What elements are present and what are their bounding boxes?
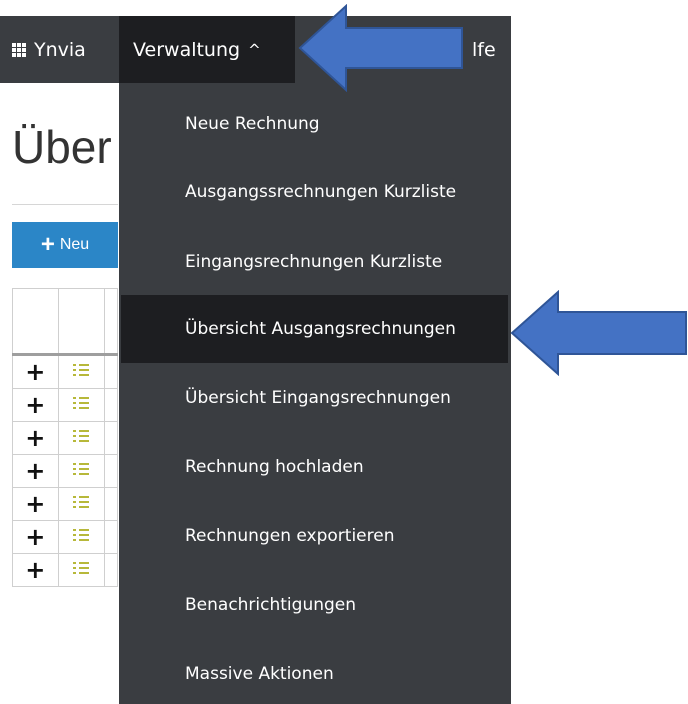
table-row: +	[12, 520, 118, 554]
admin-dropdown-menu: Neue Rechnung Ausgangssrechnungen Kurzli…	[119, 83, 511, 704]
admin-menu-toggle[interactable]: Verwaltung ^	[119, 16, 295, 83]
list-icon[interactable]	[73, 395, 90, 411]
list-icon[interactable]	[73, 527, 90, 543]
menu-item-label: Benachrichtigungen	[185, 595, 357, 615]
expand-row-button[interactable]: +	[25, 556, 45, 584]
help-menu[interactable]: lfe	[472, 16, 496, 83]
menu-item-label: Eingangsrechnungen Kurzliste	[185, 252, 443, 272]
menu-item-label: Massive Aktionen	[185, 664, 334, 684]
table-header-cell	[104, 288, 118, 356]
list-icon[interactable]	[73, 461, 90, 477]
menu-item-label: Rechnung hochladen	[185, 457, 364, 477]
brand-label: Ynvia	[34, 38, 86, 61]
menu-item-label: Übersicht Ausgangsrechnungen	[185, 319, 456, 339]
caret-up-icon: ^	[248, 40, 261, 59]
brand-menu[interactable]: Ynvia	[12, 16, 86, 83]
table-row: +	[12, 553, 118, 587]
list-icon[interactable]	[73, 362, 90, 378]
list-icon[interactable]	[73, 494, 90, 510]
page-title: Über	[12, 121, 112, 173]
menu-item-incoming-shortlist[interactable]: Eingangsrechnungen Kurzliste	[119, 233, 511, 291]
menu-item-label: Übersicht Eingangsrechnungen	[185, 388, 451, 408]
help-menu-label: lfe	[472, 38, 496, 61]
new-button[interactable]: + Neu	[12, 222, 118, 268]
menu-item-outgoing-overview[interactable]: Übersicht Ausgangsrechnungen	[121, 295, 508, 363]
expand-row-button[interactable]: +	[25, 490, 45, 518]
expand-row-button[interactable]: +	[25, 457, 45, 485]
admin-menu-label: Verwaltung	[133, 38, 241, 61]
expand-row-button[interactable]: +	[25, 523, 45, 551]
title-divider	[12, 204, 118, 205]
table-row: +	[12, 354, 118, 389]
expand-row-button[interactable]: +	[25, 391, 45, 419]
table-row: +	[12, 487, 118, 521]
menu-item-label: Ausgangssrechnungen Kurzliste	[185, 182, 457, 202]
grid-icon	[12, 42, 26, 57]
table-row: +	[12, 421, 118, 455]
table-header-row	[12, 288, 118, 356]
annotation-arrow-icon	[298, 4, 463, 92]
table-row: +	[12, 454, 118, 488]
menu-item-incoming-overview[interactable]: Übersicht Eingangsrechnungen	[119, 369, 511, 427]
list-icon[interactable]	[73, 560, 90, 576]
annotation-arrow-icon	[510, 290, 687, 376]
menu-item-bulk-actions[interactable]: Massive Aktionen	[119, 645, 511, 703]
menu-item-upload-invoice[interactable]: Rechnung hochladen	[119, 438, 511, 496]
menu-item-outgoing-shortlist[interactable]: Ausgangssrechnungen Kurzliste	[119, 163, 511, 221]
menu-item-label: Rechnungen exportieren	[185, 526, 395, 546]
expand-row-button[interactable]: +	[25, 358, 45, 386]
invoice-table: + + + + + + +	[12, 288, 118, 587]
menu-item-export-invoices[interactable]: Rechnungen exportieren	[119, 507, 511, 565]
table-row: +	[12, 388, 118, 422]
table-header-cell	[12, 288, 59, 356]
menu-item-new-invoice[interactable]: Neue Rechnung	[119, 95, 511, 153]
table-header-cell	[57, 288, 106, 356]
plus-icon: +	[40, 231, 55, 258]
menu-item-notifications[interactable]: Benachrichtigungen	[119, 576, 511, 634]
menu-item-label: Neue Rechnung	[185, 114, 320, 134]
new-button-label: Neu	[59, 236, 90, 253]
expand-row-button[interactable]: +	[25, 424, 45, 452]
list-icon[interactable]	[73, 428, 90, 444]
